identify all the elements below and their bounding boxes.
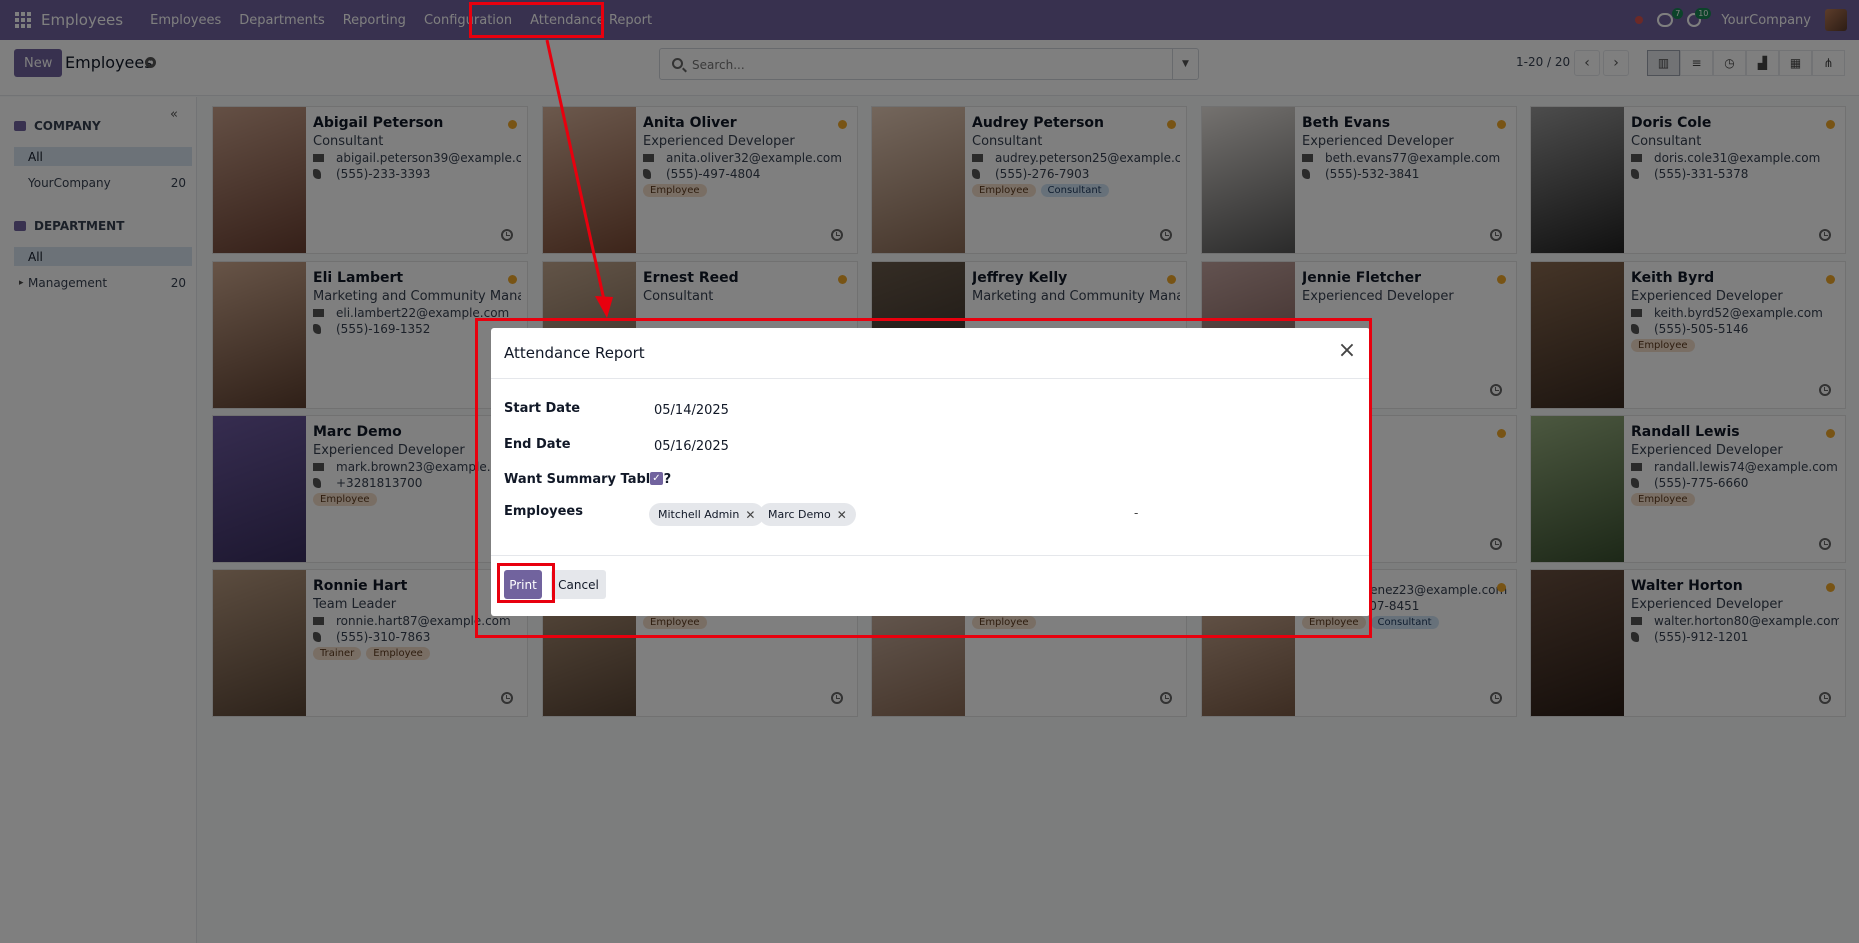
dialog-footer: Print Cancel [491,555,1370,616]
start-date-label: Start Date [504,401,581,416]
close-icon[interactable]: × [1334,338,1360,364]
dialog-header: Attendance Report × [491,328,1370,379]
print-button[interactable]: Print [504,570,542,599]
employee-tag: Marc Demo ✕ [759,503,856,526]
employees-label: Employees [504,504,583,519]
employee-tag: Mitchell Admin ✕ [649,503,765,526]
end-date-label: End Date [504,437,571,452]
summary-table-label: Want Summary Table ? [504,472,672,487]
remove-tag-icon[interactable]: ✕ [745,508,755,522]
start-date-field[interactable]: 05/14/2025 [654,403,729,418]
remove-tag-icon[interactable]: ✕ [837,508,847,522]
check-icon: ✓ [652,473,661,484]
dialog-title: Attendance Report [504,344,645,362]
employees-input[interactable]: - [1134,506,1138,520]
end-date-field[interactable]: 05/16/2025 [654,439,729,454]
summary-table-checkbox[interactable]: ✓ [650,472,663,485]
attendance-report-dialog: Attendance Report × Start Date 05/14/202… [491,328,1370,616]
cancel-button[interactable]: Cancel [551,570,606,599]
